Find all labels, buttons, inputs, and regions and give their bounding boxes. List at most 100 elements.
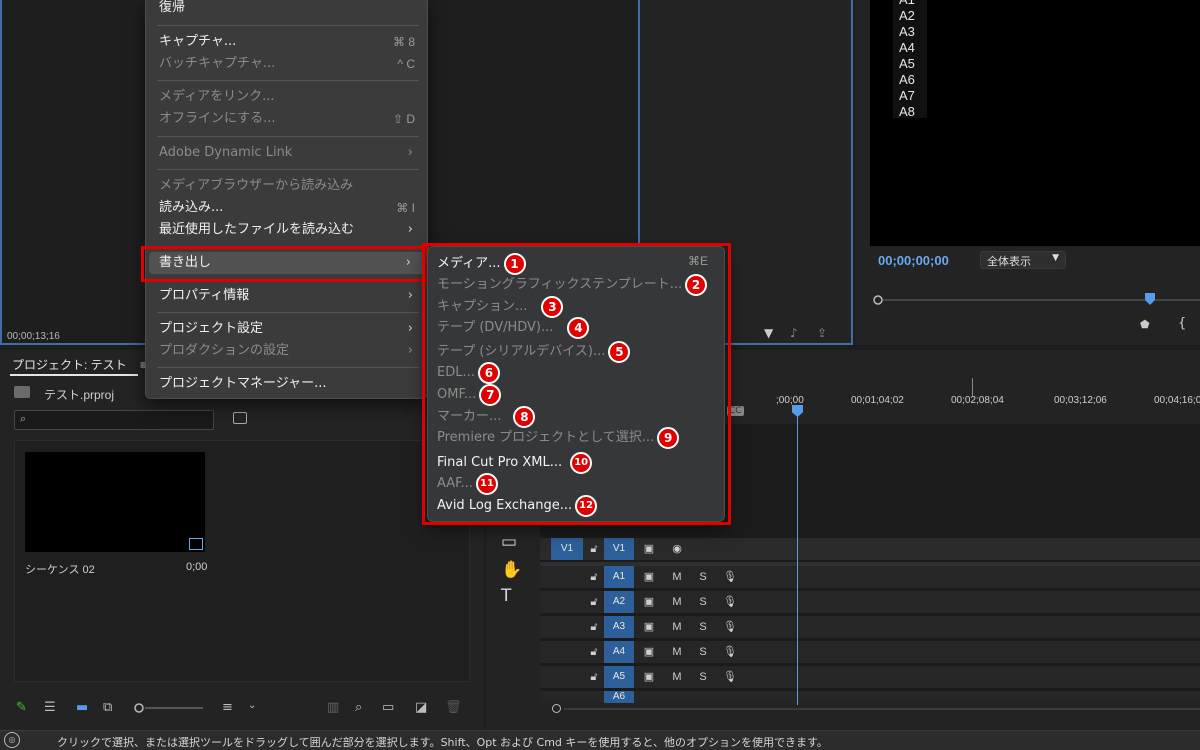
new-bin-icon[interactable]: ▭ bbox=[382, 700, 394, 715]
sort-icon[interactable]: ≡ bbox=[222, 700, 233, 715]
track-label: A8 bbox=[899, 104, 915, 119]
freeform-view-icon[interactable]: ⧉ bbox=[103, 700, 112, 715]
scroll-handle[interactable] bbox=[552, 704, 561, 713]
lock-icon[interactable]: 🔓︎ bbox=[586, 538, 602, 560]
audio-track-row bbox=[540, 666, 1200, 688]
menu-item-revert[interactable]: 復帰 bbox=[159, 0, 417, 19]
playback-scrubber[interactable] bbox=[873, 293, 1200, 307]
list-view-icon[interactable]: ☰ bbox=[44, 700, 56, 715]
tab-underline bbox=[10, 374, 138, 376]
chevron-down-icon[interactable]: ⌄ bbox=[248, 700, 256, 711]
menu-item-project-settings[interactable]: プロジェクト設定 › bbox=[159, 318, 417, 340]
sync-lock-icon[interactable]: ▣ bbox=[641, 591, 657, 613]
menu-item-project-manager[interactable]: プロジェクトマネージャー... bbox=[159, 373, 417, 395]
sync-lock-icon[interactable]: ▣ bbox=[641, 666, 657, 688]
pencil-icon[interactable]: ✎ bbox=[16, 700, 27, 715]
menu-item-dynamic-link[interactable]: Adobe Dynamic Link › bbox=[159, 142, 417, 164]
sequence-name: シーケンス 02 bbox=[25, 564, 95, 576]
microphone-icon[interactable]: 🎙︎ bbox=[722, 666, 738, 688]
ruler-label: 00;01;04;02 bbox=[851, 395, 904, 406]
ruler-label: 00;02;08;04 bbox=[951, 395, 1004, 406]
microphone-icon[interactable]: 🎙︎ bbox=[722, 591, 738, 613]
audio-icon[interactable]: ♪ bbox=[790, 326, 798, 340]
icon-view-icon[interactable]: ▬ bbox=[76, 700, 88, 715]
menu-item-label: プロダクションの設定 bbox=[159, 343, 290, 358]
fit-select[interactable]: 全体表示 ▼ bbox=[980, 251, 1066, 269]
target-track-v1[interactable]: V1 bbox=[604, 538, 634, 560]
menu-separator bbox=[157, 136, 419, 137]
sequence-duration: 0;00 bbox=[186, 561, 208, 573]
type-tool-icon[interactable]: T bbox=[501, 586, 511, 606]
solo-button[interactable]: S bbox=[695, 591, 711, 613]
target-track-a6[interactable]: A6 bbox=[604, 691, 634, 703]
target-track-a1[interactable]: A1 bbox=[604, 566, 634, 588]
menu-item-import-from-browser[interactable]: メディアブラウザーから読み込み bbox=[159, 175, 417, 197]
sequence-icon bbox=[189, 538, 203, 550]
menu-item-batch-capture[interactable]: バッチキャプチャ... ^ C bbox=[159, 53, 417, 75]
hand-tool-icon[interactable]: ✋ bbox=[501, 560, 522, 580]
highlight-box-submenu bbox=[422, 243, 731, 525]
solo-button[interactable]: S bbox=[695, 666, 711, 688]
mute-button[interactable]: M bbox=[669, 641, 685, 663]
mute-button[interactable]: M bbox=[669, 591, 685, 613]
track-label: A3 bbox=[899, 24, 915, 39]
project-tab[interactable]: プロジェクト: テスト ≡ bbox=[12, 356, 147, 373]
automate-icon[interactable]: ▥ bbox=[327, 700, 339, 715]
rectangle-tool-icon[interactable]: ▭ bbox=[501, 532, 517, 552]
lock-icon[interactable]: 🔓︎ bbox=[586, 591, 602, 613]
target-track-a2[interactable]: A2 bbox=[604, 591, 634, 613]
menu-item-link-media[interactable]: メディアをリンク... bbox=[159, 86, 417, 108]
sync-lock-icon[interactable]: ▣ bbox=[641, 641, 657, 663]
microphone-icon[interactable]: 🎙︎ bbox=[722, 566, 738, 588]
solo-button[interactable]: S bbox=[695, 616, 711, 638]
source-track-v1[interactable]: V1 bbox=[551, 538, 583, 560]
zoom-slider[interactable] bbox=[133, 703, 205, 713]
menu-item-label: オフラインにする... bbox=[159, 111, 276, 126]
menu-shortcut: ^ C bbox=[397, 57, 415, 71]
eye-icon[interactable]: ◉ bbox=[669, 538, 685, 560]
menu-item-production-settings[interactable]: プロダクションの設定 › bbox=[159, 340, 417, 362]
solo-button[interactable]: S bbox=[695, 641, 711, 663]
mute-button[interactable]: M bbox=[669, 666, 685, 688]
lock-icon[interactable]: 🔓︎ bbox=[586, 641, 602, 663]
target-track-a4[interactable]: A4 bbox=[604, 641, 634, 663]
highlight-box-export bbox=[141, 246, 429, 282]
filter-icon[interactable]: ▼ bbox=[764, 326, 773, 340]
marker-icon[interactable]: ⬟ bbox=[1140, 318, 1150, 331]
mute-button[interactable]: M bbox=[669, 616, 685, 638]
menu-item-import-recent[interactable]: 最近使用したファイルを読み込む › bbox=[159, 219, 417, 241]
program-timecode[interactable]: 00;00;00;00 bbox=[878, 253, 949, 268]
target-track-a5[interactable]: A5 bbox=[604, 666, 634, 688]
menu-item-properties[interactable]: プロパティ情報 › bbox=[159, 285, 417, 307]
new-item-icon[interactable]: ◪ bbox=[415, 700, 427, 715]
timeline-scrollbar[interactable] bbox=[540, 703, 1200, 717]
ruler-tick bbox=[972, 378, 973, 396]
microphone-icon[interactable]: 🎙︎ bbox=[722, 641, 738, 663]
lock-icon[interactable]: 🔓︎ bbox=[586, 666, 602, 688]
lock-icon[interactable]: 🔓︎ bbox=[586, 616, 602, 638]
in-point-icon[interactable]: { bbox=[1178, 316, 1186, 331]
trash-icon[interactable]: 🗑 bbox=[445, 700, 462, 715]
find-icon[interactable] bbox=[233, 412, 247, 424]
solo-button[interactable]: S bbox=[695, 566, 711, 588]
menu-item-capture[interactable]: キャプチャ... ⌘ 8 bbox=[159, 31, 417, 53]
menu-item-make-offline[interactable]: オフラインにする... ⇧ D bbox=[159, 108, 417, 130]
sequence-thumbnail[interactable] bbox=[25, 452, 205, 552]
mute-button[interactable]: M bbox=[669, 566, 685, 588]
microphone-icon[interactable]: 🎙︎ bbox=[722, 616, 738, 638]
sync-lock-icon[interactable]: ▣ bbox=[641, 566, 657, 588]
menu-item-label: 最近使用したファイルを読み込む bbox=[159, 222, 355, 237]
track-label: A4 bbox=[899, 40, 915, 55]
chevron-right-icon: › bbox=[407, 321, 413, 336]
sync-lock-icon[interactable]: ▣ bbox=[641, 616, 657, 638]
time-ruler[interactable]: ;00;00 00;01;04;02 00;02;08;04 00;03;12;… bbox=[776, 395, 1200, 409]
menu-item-import[interactable]: 読み込み... ⌘ I bbox=[159, 197, 417, 219]
menu-item-label: プロパティ情報 bbox=[159, 288, 250, 303]
search-input[interactable]: ⌕ bbox=[14, 410, 214, 430]
sync-lock-icon[interactable]: ▣ bbox=[641, 538, 657, 560]
lock-icon[interactable]: 🔓︎ bbox=[586, 566, 602, 588]
search-icon[interactable]: ⌕ bbox=[355, 700, 362, 715]
target-track-a3[interactable]: A3 bbox=[604, 616, 634, 638]
track-label: A6 bbox=[899, 72, 915, 87]
export-frame-icon[interactable]: ⇪ bbox=[817, 326, 827, 340]
